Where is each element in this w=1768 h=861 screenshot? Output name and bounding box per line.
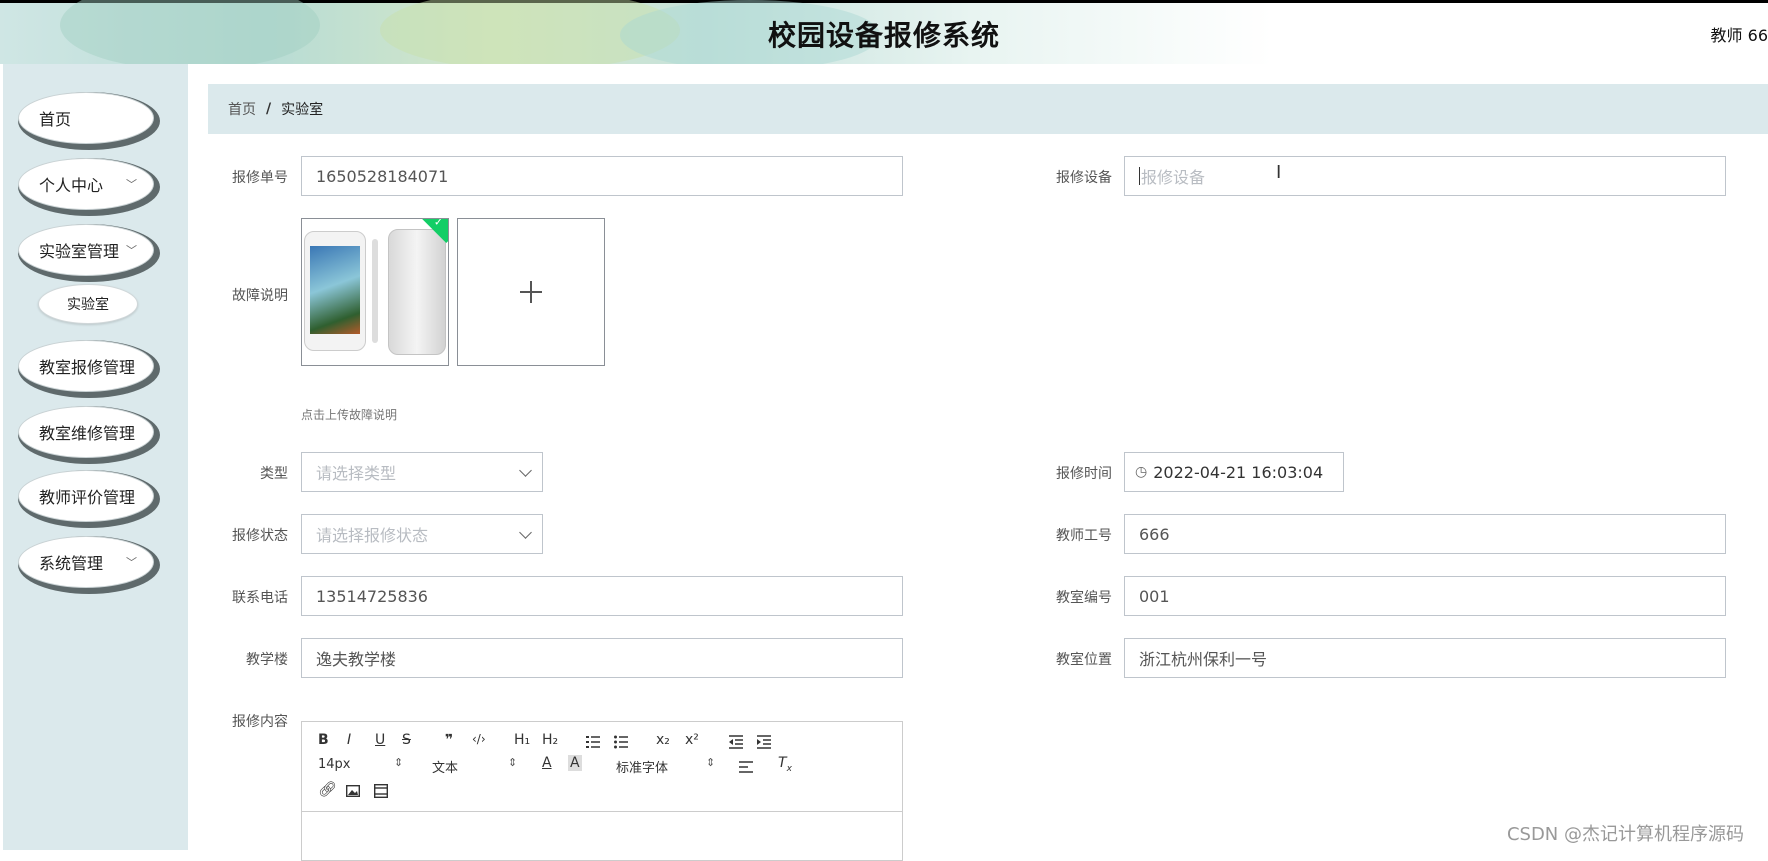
- strike-button[interactable]: S: [402, 732, 411, 748]
- header2-button[interactable]: H₂: [542, 732, 558, 748]
- device-label: 报修设备: [1056, 170, 1112, 186]
- subscript-button[interactable]: x₂: [656, 732, 670, 748]
- background-color-icon[interactable]: A: [568, 755, 582, 771]
- breadcrumb-home[interactable]: 首页: [228, 99, 256, 119]
- sidebar-subitem-lab[interactable]: 实验室: [38, 284, 138, 324]
- check-icon: ✓: [433, 218, 444, 229]
- sidebar-item-personal-center[interactable]: 个人中心 ﹀: [18, 158, 154, 210]
- status-label: 报修状态: [232, 528, 288, 544]
- rich-text-editor: B I U S ❞ ‹/› H₁ H₂ x₂ x² 14px ⇕ 文本 ⇕ A …: [301, 721, 903, 861]
- breadcrumb: 首页 / 实验室: [208, 84, 1768, 134]
- room-no-label: 教室编号: [1056, 590, 1112, 606]
- font-family-arrow-icon: ⇕: [706, 756, 716, 769]
- location-label: 教室位置: [1056, 652, 1112, 668]
- sidebar-item-classroom-repair[interactable]: 教室报修管理: [18, 340, 154, 392]
- sidebar-item-home[interactable]: 首页: [18, 92, 154, 144]
- font-color-icon[interactable]: A: [542, 755, 552, 771]
- outdent-icon[interactable]: [729, 735, 743, 749]
- align-icon[interactable]: [739, 760, 753, 774]
- sidebar-item-label: 教室报修管理: [39, 358, 136, 377]
- fault-label: 故障说明: [232, 288, 288, 304]
- ordered-list-icon[interactable]: [586, 735, 600, 749]
- type-label: 类型: [260, 466, 288, 482]
- header1-button[interactable]: H₁: [514, 732, 530, 748]
- chevron-down-icon: ﹀: [126, 556, 137, 569]
- superscript-button[interactable]: x²: [685, 732, 699, 748]
- watermark: CSDN @杰记计算机程序源码: [1506, 824, 1744, 845]
- phone-back-image: [388, 229, 446, 355]
- report-time-picker[interactable]: ◷ 2022-04-21 16:03:04: [1124, 452, 1344, 492]
- sidebar-item-label: 系统管理: [39, 554, 104, 573]
- text-style-arrow-icon: ⇕: [508, 756, 518, 769]
- sidebar-item-classroom-maintenance[interactable]: 教室维修管理: [18, 406, 154, 458]
- breadcrumb-separator: /: [266, 101, 272, 117]
- type-select[interactable]: 请选择类型: [301, 452, 543, 492]
- clock-icon: ◷: [1135, 464, 1148, 480]
- text-style-select[interactable]: 文本: [432, 757, 458, 776]
- video-icon[interactable]: [374, 784, 388, 798]
- upload-add-button[interactable]: [457, 218, 605, 366]
- order-no-label: 报修单号: [232, 170, 288, 186]
- blockquote-button[interactable]: ❞: [445, 732, 453, 748]
- type-placeholder: 请选择类型: [316, 464, 397, 483]
- app-title: 校园设备报修系统: [767, 19, 1000, 52]
- device-placeholder: 报修设备: [1141, 168, 1206, 187]
- indent-icon[interactable]: [757, 735, 771, 749]
- underline-button[interactable]: U: [375, 732, 385, 748]
- upload-hint: 点击上传故障说明: [301, 408, 398, 422]
- chevron-down-icon: ﹀: [126, 244, 137, 257]
- chevron-down-icon: [519, 464, 532, 477]
- font-size-arrow-icon: ⇕: [394, 756, 404, 769]
- app-header: 校园设备报修系统 教师 66: [0, 0, 1768, 64]
- report-time-value: 2022-04-21 16:03:04: [1153, 462, 1324, 482]
- sidebar-item-label: 个人中心: [39, 176, 104, 195]
- phone-label: 联系电话: [232, 590, 288, 606]
- sidebar-edge: [0, 64, 3, 850]
- order-no-input[interactable]: 1650528184071: [301, 156, 903, 196]
- chevron-down-icon: ﹀: [126, 178, 137, 191]
- current-user[interactable]: 教师 66: [1711, 22, 1768, 46]
- building-label: 教学楼: [246, 652, 288, 668]
- building-input[interactable]: 逸夫教学楼: [301, 638, 903, 678]
- phone-image: [304, 231, 366, 351]
- status-placeholder: 请选择报修状态: [316, 526, 429, 545]
- image-icon[interactable]: [346, 784, 360, 798]
- status-select[interactable]: 请选择报修状态: [301, 514, 543, 554]
- link-icon[interactable]: 🔗︎: [318, 780, 337, 798]
- device-input[interactable]: 报修设备: [1124, 156, 1726, 196]
- phone-input[interactable]: 13514725836: [301, 576, 903, 616]
- plus-icon: [520, 281, 542, 303]
- text-caret: [1139, 167, 1140, 185]
- report-time-label: 报修时间: [1056, 466, 1112, 482]
- code-block-button[interactable]: ‹/›: [472, 732, 486, 746]
- sidebar-item-label: 实验室管理: [39, 242, 120, 261]
- sidebar-item-label: 实验室: [67, 297, 109, 313]
- content-label: 报修内容: [232, 714, 288, 730]
- teacher-no-label: 教师工号: [1056, 528, 1112, 544]
- sidebar-item-label: 教室维修管理: [39, 424, 136, 443]
- chevron-down-icon: [519, 526, 532, 539]
- room-no-input[interactable]: 001: [1124, 576, 1726, 616]
- sidebar-item-lab-management[interactable]: 实验室管理 ﹀: [18, 224, 154, 276]
- text-cursor-icon: I: [1276, 162, 1282, 183]
- italic-button[interactable]: I: [347, 732, 351, 748]
- teacher-no-input[interactable]: 666: [1124, 514, 1726, 554]
- bold-button[interactable]: B: [318, 732, 329, 748]
- location-input[interactable]: 浙江杭州保利一号: [1124, 638, 1726, 678]
- sidebar-item-system-management[interactable]: 系统管理 ﹀: [18, 536, 154, 588]
- font-family-select[interactable]: 标准字体: [616, 757, 668, 776]
- clear-format-icon[interactable]: Tx: [778, 755, 792, 774]
- breadcrumb-current: 实验室: [281, 102, 324, 118]
- sidebar-item-label: 教师评价管理: [39, 488, 136, 507]
- bullet-list-icon[interactable]: [614, 735, 628, 749]
- font-size-select[interactable]: 14px: [318, 757, 351, 772]
- sidebar-item-teacher-evaluation[interactable]: 教师评价管理: [18, 470, 154, 522]
- phone-side-image: [372, 239, 378, 343]
- fault-image-thumbnail[interactable]: ✓: [301, 218, 449, 366]
- sidebar-item-label: 首页: [39, 110, 72, 129]
- editor-toolbar: B I U S ❞ ‹/› H₁ H₂ x₂ x² 14px ⇕ 文本 ⇕ A …: [302, 722, 902, 812]
